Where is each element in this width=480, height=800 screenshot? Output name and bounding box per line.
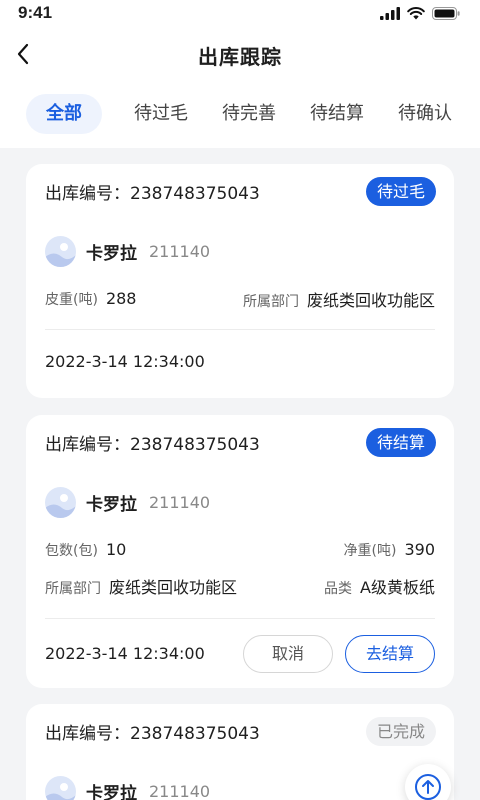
info-row: 皮重(吨) 288 所属部门 废纸类回收功能区 bbox=[45, 286, 435, 312]
header-area: 9:41 出库跟踪 全部 待过毛 待完善 待结算 待确认 bbox=[0, 0, 480, 148]
cancel-button[interactable]: 取消 bbox=[243, 635, 333, 673]
order-time: 2022-3-14 12:34:00 bbox=[45, 644, 205, 663]
tare-weight: 皮重(吨) 288 bbox=[45, 289, 136, 309]
user-id: 211140 bbox=[149, 492, 211, 512]
tab-pending-complete[interactable]: 待完善 bbox=[222, 94, 276, 134]
net-label: 净重(吨) bbox=[343, 543, 397, 559]
pack-count: 包数(包) 10 bbox=[45, 540, 126, 560]
settle-button[interactable]: 去结算 bbox=[345, 635, 435, 673]
category-label: 品类 bbox=[324, 581, 353, 597]
dept-label: 所属部门 bbox=[242, 294, 299, 310]
order-card[interactable]: 出库编号：238748375043 待结算 卡罗拉 211140 包数(包) 1… bbox=[26, 415, 454, 688]
user-info: 卡罗拉 211140 bbox=[45, 235, 210, 267]
avatar-placeholder-icon bbox=[45, 782, 76, 800]
status-badge: 已完成 bbox=[365, 716, 436, 746]
nav-bar: 出库跟踪 bbox=[0, 32, 480, 76]
tare-label: 皮重(吨) bbox=[45, 292, 98, 308]
department: 所属部门 废纸类回收功能区 bbox=[243, 287, 435, 311]
avatar-placeholder-icon bbox=[45, 242, 76, 267]
net-value: 390 bbox=[404, 540, 435, 559]
user-name: 卡罗拉 bbox=[86, 783, 137, 800]
divider bbox=[45, 618, 435, 619]
card-header: 出库编号：238748375043 待结算 bbox=[45, 427, 436, 457]
avatar bbox=[45, 775, 76, 800]
user-info: 卡罗拉 211140 bbox=[45, 775, 210, 800]
wifi-icon bbox=[407, 7, 425, 20]
order-number: 出库编号：238748375043 bbox=[45, 183, 260, 204]
divider bbox=[45, 329, 435, 330]
status-icons bbox=[380, 7, 460, 20]
order-card[interactable]: 出库编号：238748375043 已完成 卡罗拉 211140 bbox=[26, 704, 454, 800]
status-time: 9:41 bbox=[18, 3, 53, 22]
page-title: 出库跟踪 bbox=[198, 45, 282, 69]
tare-value: 288 bbox=[105, 289, 137, 308]
signal-icon bbox=[380, 7, 400, 20]
order-number: 出库编号：238748375043 bbox=[45, 723, 260, 744]
status-badge: 待过毛 bbox=[365, 176, 436, 206]
info-row: 包数(包) 10 净重(吨) 390 bbox=[45, 537, 435, 563]
user-id: 211140 bbox=[149, 241, 211, 261]
order-time: 2022-3-14 12:34:00 bbox=[45, 352, 205, 371]
avatar bbox=[45, 235, 76, 267]
card-header: 出库编号：238748375043 待过毛 bbox=[45, 176, 436, 206]
tab-pending-gross[interactable]: 待过毛 bbox=[134, 94, 188, 134]
avatar bbox=[45, 486, 76, 518]
info-row: 所属部门 废纸类回收功能区 品类 A级黄板纸 bbox=[45, 573, 435, 599]
status-tabs: 全部 待过毛 待完善 待结算 待确认 bbox=[26, 94, 480, 134]
pack-value: 10 bbox=[105, 540, 127, 559]
tab-pending-settle[interactable]: 待结算 bbox=[310, 94, 364, 134]
tab-all[interactable]: 全部 bbox=[26, 94, 102, 134]
status-badge: 待结算 bbox=[365, 427, 436, 457]
avatar-placeholder-icon bbox=[45, 493, 76, 518]
arrow-up-icon bbox=[415, 774, 441, 800]
net-weight: 净重(吨) 390 bbox=[344, 540, 435, 560]
battery-icon bbox=[432, 7, 460, 20]
order-number: 出库编号：238748375043 bbox=[45, 434, 260, 455]
status-bar: 9:41 bbox=[0, 0, 480, 32]
pack-label: 包数(包) bbox=[45, 543, 98, 559]
card-header: 出库编号：238748375043 已完成 bbox=[45, 716, 436, 746]
user-id: 211140 bbox=[149, 781, 211, 800]
tab-pending-confirm[interactable]: 待确认 bbox=[398, 94, 452, 134]
user-name: 卡罗拉 bbox=[86, 494, 137, 515]
user-name: 卡罗拉 bbox=[86, 243, 137, 264]
category: 品类 A级黄板纸 bbox=[324, 574, 435, 598]
order-card[interactable]: 出库编号：238748375043 待过毛 卡罗拉 211140 皮重(吨) 2… bbox=[26, 164, 454, 398]
category-value: A级黄板纸 bbox=[360, 578, 435, 597]
dept-value: 废纸类回收功能区 bbox=[109, 578, 238, 597]
user-info: 卡罗拉 211140 bbox=[45, 486, 210, 518]
dept-label: 所属部门 bbox=[45, 581, 101, 597]
department: 所属部门 废纸类回收功能区 bbox=[45, 574, 237, 598]
dept-value: 废纸类回收功能区 bbox=[306, 291, 435, 310]
